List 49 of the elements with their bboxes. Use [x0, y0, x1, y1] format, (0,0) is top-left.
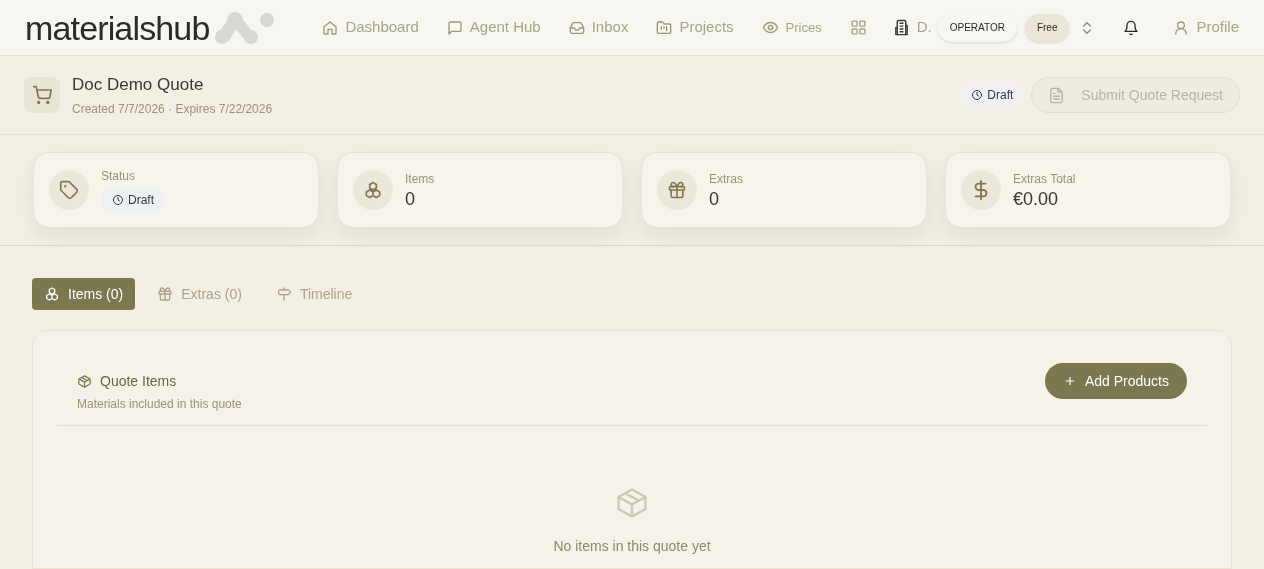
- clock-icon: [112, 194, 124, 206]
- organization-switcher[interactable]: D.: [892, 16, 932, 39]
- gift-icon: [157, 286, 174, 302]
- boxes-icon: [363, 180, 383, 200]
- stat-label: Extras Total: [1013, 170, 1076, 188]
- brand-logo[interactable]: materialshub: [25, 10, 210, 45]
- clock-icon: [971, 89, 984, 101]
- gift-icon: [667, 180, 687, 200]
- profile-link[interactable]: Profile: [1173, 16, 1239, 39]
- chat-icon: [446, 19, 463, 36]
- stat-value: €0.00: [1013, 187, 1060, 211]
- stat-label: Extras: [709, 170, 743, 188]
- stat-label: Items: [405, 170, 435, 188]
- cart-icon: [24, 77, 60, 113]
- nav-link[interactable]: Agent Hub: [446, 16, 541, 39]
- quote-title: Doc Demo Quote: [72, 74, 205, 97]
- role-badge: OPERATOR: [937, 13, 1017, 42]
- empty-state-message: No items in this quote yet: [553, 537, 711, 556]
- add-products-button[interactable]: Add Products: [1044, 363, 1187, 399]
- tag-icon: [59, 180, 79, 200]
- nav-link[interactable]: Dashboard: [322, 16, 419, 39]
- nav-link[interactable]: Prices: [761, 17, 822, 38]
- quote-dates: Created 7/7/2026 · Expires 7/22/2026: [72, 100, 273, 118]
- inbox-icon: [568, 19, 585, 36]
- document-icon: [1048, 86, 1066, 104]
- package-icon: [77, 374, 92, 389]
- logo-mark-icon: [213, 10, 276, 45]
- tab[interactable]: Timeline: [263, 278, 365, 310]
- eye-icon: [761, 19, 779, 36]
- tab[interactable]: Extras (0): [145, 278, 254, 310]
- grid-icon: [849, 19, 867, 36]
- plan-badge: Free: [1024, 13, 1070, 42]
- home-icon: [322, 19, 339, 36]
- status-badge: Draft: [961, 83, 1024, 107]
- tab[interactable]: Items (0): [32, 278, 136, 310]
- status-badge: Draft: [101, 188, 165, 212]
- nav-link[interactable]: Projects: [656, 16, 734, 39]
- stat-value: 0: [405, 187, 416, 211]
- signpost-icon: [275, 286, 292, 302]
- panel-subtitle: Materials included in this quote: [77, 396, 242, 413]
- boxes-icon: [44, 286, 60, 302]
- folder-icon: [656, 19, 673, 36]
- building-icon: [892, 19, 910, 36]
- panel-title: Quote Items: [100, 372, 177, 391]
- stat-value: 0: [709, 187, 720, 211]
- stat-label: Status: [101, 168, 137, 185]
- bell-icon: [1123, 19, 1140, 36]
- user-icon: [1173, 19, 1190, 36]
- nav-link[interactable]: Inbox: [568, 16, 629, 39]
